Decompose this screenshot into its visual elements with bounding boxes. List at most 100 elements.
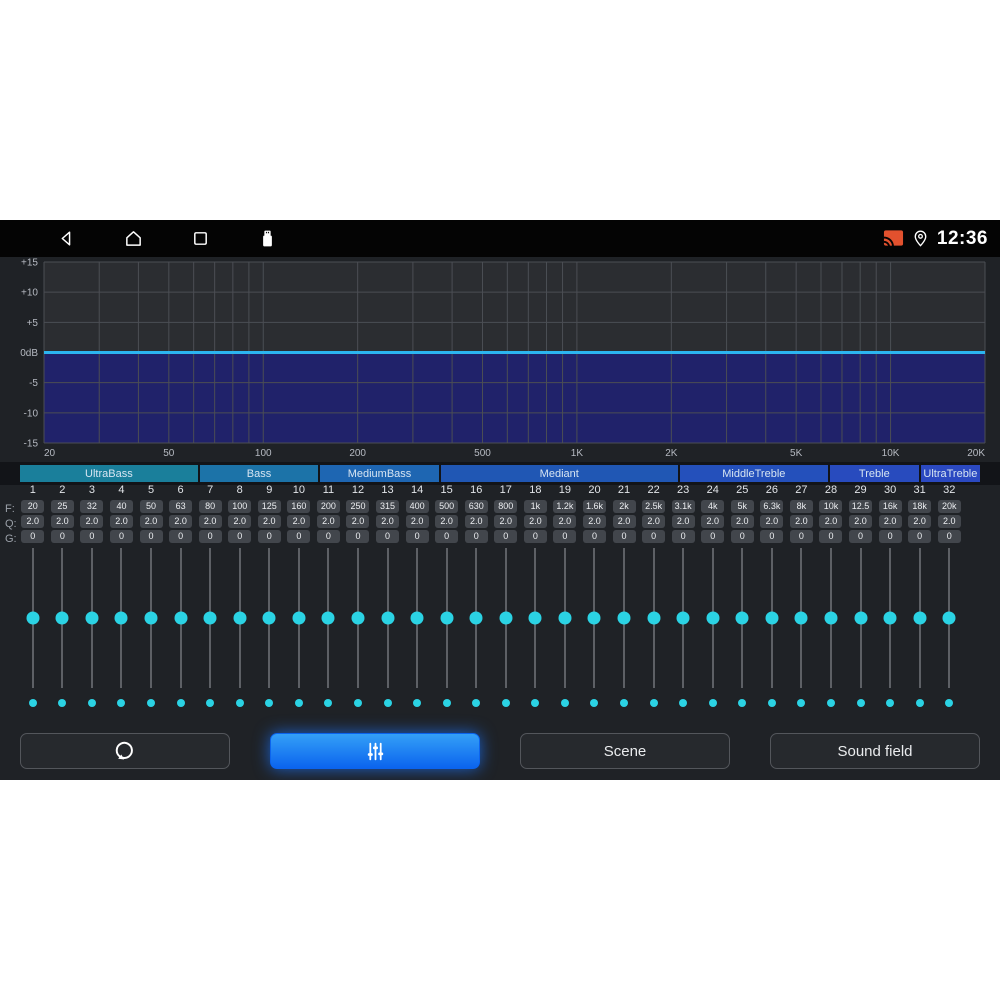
slider-knob[interactable] — [55, 611, 69, 625]
slider-knob[interactable] — [647, 611, 661, 625]
slider-knob[interactable] — [706, 611, 720, 625]
band-tab-mediant[interactable]: Mediant — [440, 465, 678, 482]
q-value[interactable]: 2.0 — [435, 515, 459, 528]
q-value[interactable]: 2.0 — [80, 515, 104, 528]
gain-value[interactable]: 0 — [109, 530, 133, 543]
q-value[interactable]: 2.0 — [553, 515, 577, 528]
slider-knob[interactable] — [824, 611, 838, 625]
q-value[interactable]: 2.0 — [228, 515, 252, 528]
q-value[interactable]: 2.0 — [109, 515, 133, 528]
channel-indicator-dot[interactable] — [324, 699, 333, 707]
channel-indicator-dot[interactable] — [915, 699, 924, 707]
q-value[interactable]: 2.0 — [405, 515, 429, 528]
slider-knob[interactable] — [233, 611, 247, 625]
gain-value[interactable]: 0 — [228, 530, 252, 543]
slider-knob[interactable] — [174, 611, 188, 625]
band-tab-ultrabass[interactable]: UltraBass — [20, 465, 198, 482]
slider-knob[interactable] — [262, 611, 276, 625]
gain-value[interactable]: 0 — [760, 530, 784, 543]
q-value[interactable]: 2.0 — [937, 515, 961, 528]
frequency-value[interactable]: 800 — [494, 500, 518, 513]
gain-value[interactable]: 0 — [612, 530, 636, 543]
gain-value[interactable]: 0 — [642, 530, 666, 543]
q-value[interactable]: 2.0 — [582, 515, 606, 528]
channel-indicator-dot[interactable] — [620, 699, 629, 707]
frequency-value[interactable]: 1.2k — [553, 500, 577, 513]
gain-value[interactable]: 0 — [435, 530, 459, 543]
frequency-value[interactable]: 63 — [169, 500, 193, 513]
frequency-value[interactable]: 5k — [730, 500, 754, 513]
frequency-value[interactable]: 500 — [435, 500, 459, 513]
frequency-value[interactable]: 400 — [405, 500, 429, 513]
channel-indicator-dot[interactable] — [413, 699, 422, 707]
frequency-value[interactable]: 20k — [937, 500, 961, 513]
channel-indicator-dot[interactable] — [767, 699, 776, 707]
frequency-value[interactable]: 630 — [464, 500, 488, 513]
slider-knob[interactable] — [558, 611, 572, 625]
slider-knob[interactable] — [794, 611, 808, 625]
q-value[interactable]: 2.0 — [494, 515, 518, 528]
q-value[interactable]: 2.0 — [464, 515, 488, 528]
gain-value[interactable]: 0 — [405, 530, 429, 543]
gain-value[interactable]: 0 — [139, 530, 163, 543]
frequency-value[interactable]: 3.1k — [671, 500, 695, 513]
gain-value[interactable]: 0 — [464, 530, 488, 543]
slider-knob[interactable] — [440, 611, 454, 625]
q-value[interactable]: 2.0 — [760, 515, 784, 528]
gain-value[interactable]: 0 — [50, 530, 74, 543]
slider-knob[interactable] — [942, 611, 956, 625]
slider-knob[interactable] — [321, 611, 335, 625]
gain-value[interactable]: 0 — [198, 530, 222, 543]
slider-knob[interactable] — [85, 611, 99, 625]
frequency-value[interactable]: 8k — [789, 500, 813, 513]
slider-knob[interactable] — [351, 611, 365, 625]
gain-value[interactable]: 0 — [789, 530, 813, 543]
gain-value[interactable]: 0 — [553, 530, 577, 543]
gain-value[interactable]: 0 — [287, 530, 311, 543]
channel-indicator-dot[interactable] — [679, 699, 688, 707]
gain-value[interactable]: 0 — [671, 530, 695, 543]
frequency-value[interactable]: 16k — [878, 500, 902, 513]
slider-knob[interactable] — [292, 611, 306, 625]
q-value[interactable]: 2.0 — [523, 515, 547, 528]
frequency-value[interactable]: 20 — [21, 500, 45, 513]
frequency-value[interactable]: 40 — [109, 500, 133, 513]
channel-indicator-dot[interactable] — [87, 699, 96, 707]
channel-indicator-dot[interactable] — [560, 699, 569, 707]
slider-knob[interactable] — [469, 611, 483, 625]
channel-indicator-dot[interactable] — [265, 699, 274, 707]
scene-button[interactable]: Scene — [520, 733, 730, 769]
gain-value[interactable]: 0 — [169, 530, 193, 543]
q-value[interactable]: 2.0 — [346, 515, 370, 528]
slider-knob[interactable] — [144, 611, 158, 625]
q-value[interactable]: 2.0 — [908, 515, 932, 528]
frequency-value[interactable]: 160 — [287, 500, 311, 513]
channel-indicator-dot[interactable] — [58, 699, 67, 707]
channel-indicator-dot[interactable] — [147, 699, 156, 707]
slider-knob[interactable] — [913, 611, 927, 625]
q-value[interactable]: 2.0 — [701, 515, 725, 528]
gain-value[interactable]: 0 — [257, 530, 281, 543]
slider-knob[interactable] — [735, 611, 749, 625]
q-value[interactable]: 2.0 — [376, 515, 400, 528]
band-tab-treble[interactable]: Treble — [829, 465, 919, 482]
slider-knob[interactable] — [587, 611, 601, 625]
frequency-value[interactable]: 1k — [523, 500, 547, 513]
channel-indicator-dot[interactable] — [797, 699, 806, 707]
band-tab-middletreble[interactable]: MiddleTreble — [679, 465, 828, 482]
q-value[interactable]: 2.0 — [849, 515, 873, 528]
channel-indicator-dot[interactable] — [28, 699, 37, 707]
slider-knob[interactable] — [26, 611, 40, 625]
q-value[interactable]: 2.0 — [21, 515, 45, 528]
frequency-value[interactable]: 2.5k — [642, 500, 666, 513]
reset-button[interactable] — [20, 733, 230, 769]
gain-value[interactable]: 0 — [878, 530, 902, 543]
back-button[interactable] — [56, 228, 77, 249]
frequency-value[interactable]: 12.5 — [849, 500, 873, 513]
slider-knob[interactable] — [676, 611, 690, 625]
frequency-value[interactable]: 4k — [701, 500, 725, 513]
channel-indicator-dot[interactable] — [886, 699, 895, 707]
channel-indicator-dot[interactable] — [383, 699, 392, 707]
frequency-value[interactable]: 125 — [257, 500, 281, 513]
channel-indicator-dot[interactable] — [649, 699, 658, 707]
